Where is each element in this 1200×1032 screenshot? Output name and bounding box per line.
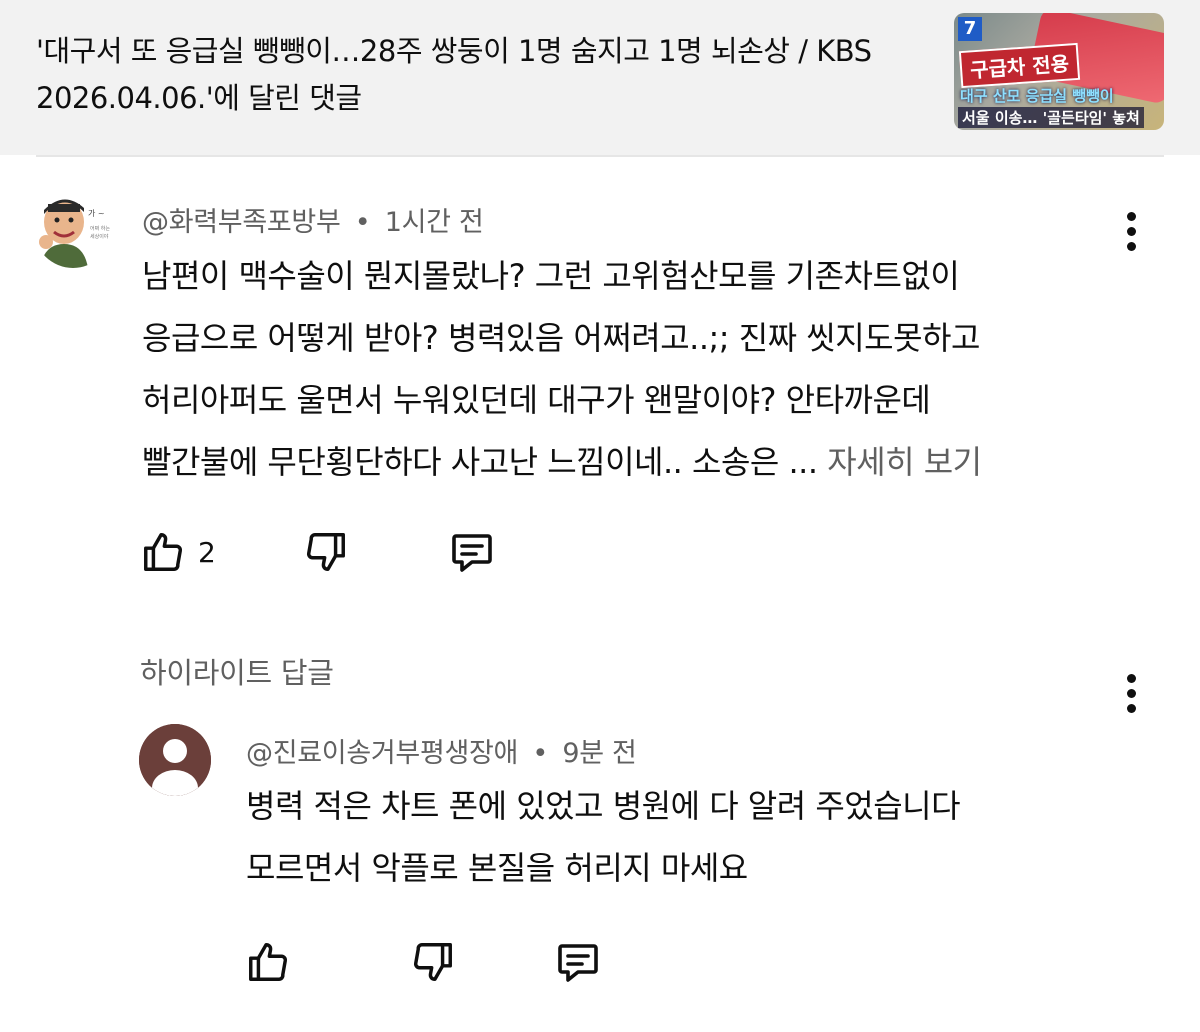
reply-line: 모르면서 악플로 본질을 허리지 마세요 (246, 849, 748, 887)
separator: • (532, 738, 549, 769)
thumbnail-caption-2: 서울 이송… '골든타임' 놓쳐 (958, 107, 1144, 128)
comment-line-last: 빨간불에 무단횡단하다 사고난 느낌이네.. 소송은 ... 자세히 보기 (142, 431, 1122, 493)
svg-text:세상이야: 세상이야 (90, 233, 109, 240)
comment-author[interactable]: @화력부족포방부 (142, 207, 341, 238)
reply-text: 병력 적은 차트 폰에 있었고 병원에 다 알려 주었습니다 모르면서 악플로 … (246, 775, 1146, 899)
comment-line: 빨간불에 무단횡단하다 사고난 느낌이네.. 소송은 ... (142, 443, 818, 481)
like-button[interactable]: 2 (140, 528, 216, 576)
comment-author-line: @화력부족포방부 • 1시간 전 (142, 200, 484, 239)
reply-dislike-button[interactable] (410, 938, 456, 986)
avatar[interactable]: 가 ~ 어쩌 하는 세상이야 (34, 190, 112, 268)
thumbnail-caption-1: 대구 산모 응급실 뺑뺑이 (960, 87, 1114, 105)
like-count: 2 (198, 535, 216, 569)
comment-line: 응급으로 어떻게 받아? 병력있음 어쩌려고..;; 진짜 씻지도못하고 (142, 319, 980, 357)
reply-time[interactable]: 9분 전 (562, 738, 637, 769)
reply-author-line: @진료이송거부평생장애 • 9분 전 (246, 731, 637, 770)
video-header: '대구서 또 응급실 뺑뺑이…28주 쌍둥이 1명 숨지고 1명 뇌손상 / K… (0, 0, 1200, 155)
like-icon (144, 533, 182, 571)
more-vert-icon[interactable] (1125, 212, 1137, 252)
svg-text:어쩌 하는: 어쩌 하는 (90, 225, 110, 232)
svg-text:가 ~: 가 ~ (88, 209, 105, 218)
comment-line: 허리아퍼도 울면서 누워있던데 대구가 왠말이야? 안타까운데 (142, 381, 931, 419)
reply-author[interactable]: @진료이송거부평생장애 (246, 738, 518, 769)
reply-like-button[interactable] (245, 938, 291, 986)
read-more-link[interactable]: 자세히 보기 (827, 443, 982, 481)
highlight-reply-label: 하이라이트 답글 (140, 656, 334, 690)
more-vert-icon[interactable] (1125, 674, 1137, 714)
reply-reply-button[interactable] (553, 938, 603, 986)
reply-icon (452, 534, 492, 572)
dislike-button[interactable] (303, 528, 349, 576)
reply-avatar[interactable] (139, 724, 211, 796)
like-icon (249, 943, 287, 981)
dislike-icon (414, 943, 452, 981)
channel-badge: 7 (958, 17, 982, 41)
dislike-icon (307, 533, 345, 571)
comment-text: 남편이 맥수술이 뭔지몰랐나? 그런 고위험산모를 기존차트없이 응급으로 어떻… (142, 245, 1122, 493)
reply-button[interactable] (447, 528, 497, 576)
separator: • (354, 207, 371, 238)
divider (36, 155, 1164, 157)
comment-line: 남편이 맥수술이 뭔지몰랐나? 그런 고위험산모를 기존차트없이 (142, 257, 960, 295)
comment-time[interactable]: 1시간 전 (385, 207, 484, 238)
video-title[interactable]: '대구서 또 응급실 뺑뺑이…28주 쌍둥이 1명 숨지고 1명 뇌손상 / K… (36, 28, 936, 122)
reply-line: 병력 적은 차트 폰에 있었고 병원에 다 알려 주었습니다 (246, 787, 961, 825)
reply-icon (558, 944, 598, 982)
video-thumbnail[interactable]: 7 구급차 전용 대구 산모 응급실 뺑뺑이 서울 이송… '골든타임' 놓쳐 (954, 13, 1164, 130)
